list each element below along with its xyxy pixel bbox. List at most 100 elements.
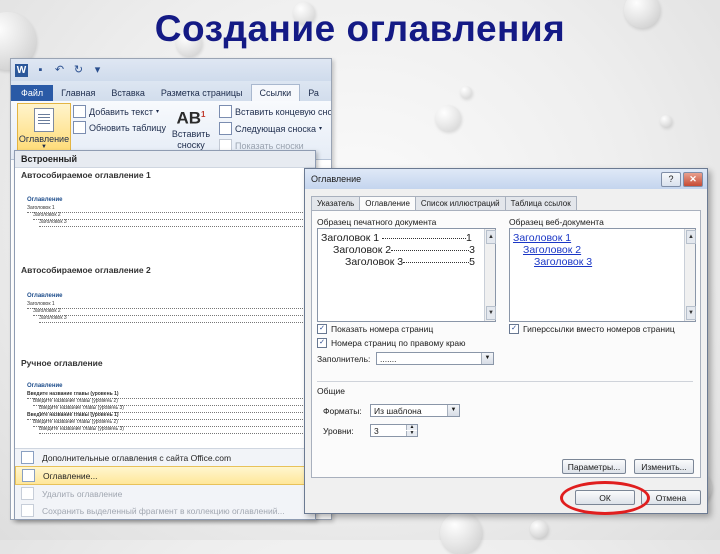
- show-page-numbers-label: Показать номера страниц: [331, 324, 434, 334]
- formats-value: Из шаблона: [374, 406, 422, 416]
- tab-index[interactable]: Указатель: [311, 196, 361, 210]
- options-button[interactable]: Параметры...: [562, 459, 626, 474]
- ribbon-tabs: Файл Главная Вставка Разметка страницы С…: [11, 81, 331, 101]
- water-drop: [440, 512, 482, 554]
- add-text-button[interactable]: Добавить текст ▾: [73, 105, 159, 118]
- gallery-line-text: Введите название главы (уровень 1): [27, 412, 119, 418]
- preview-scrollbar[interactable]: ▲ ▼: [484, 229, 496, 321]
- chevron-down-icon: ▼: [447, 405, 459, 416]
- tab-mailings[interactable]: Ра: [300, 85, 327, 101]
- undo-icon[interactable]: ↶: [53, 64, 66, 77]
- insert-endnote-button[interactable]: Вставить концевую сноск: [219, 105, 332, 118]
- gallery-line-text: Введите название главы (уровень 1): [27, 391, 119, 397]
- tab-toc[interactable]: Оглавление: [359, 196, 416, 211]
- spin-down-icon[interactable]: ▼: [406, 431, 417, 436]
- gallery-item-manual[interactable]: Оглавление Введите название главы (урове…: [15, 369, 315, 435]
- footnote-icon-text: AB: [176, 108, 202, 128]
- general-section-label: Общие: [317, 386, 348, 396]
- levels-label: Уровни:: [323, 426, 354, 436]
- toc-gallery: Встроенный Автособираемое оглавление 1 О…: [14, 150, 316, 520]
- menu-item-remove-toc[interactable]: Удалить оглавление: [15, 485, 315, 502]
- checkbox-box: ✓: [509, 324, 519, 334]
- levels-spinner[interactable]: 3 ▲ ▼: [370, 424, 418, 437]
- web-preview-link-1[interactable]: Заголовок 1: [513, 232, 571, 244]
- menu-item-save-selection[interactable]: Сохранить выделенный фрагмент в коллекци…: [15, 502, 315, 519]
- endnote-icon: [219, 105, 232, 118]
- tab-figures[interactable]: Список иллюстраций: [414, 196, 506, 210]
- menu-item-more-tocs[interactable]: Дополнительные оглавления с сайта Office…: [15, 449, 315, 466]
- hyperlinks-label: Гиперссылки вместо номеров страниц: [523, 324, 675, 334]
- scroll-up-icon[interactable]: ▲: [686, 230, 696, 244]
- customize-qat-icon[interactable]: ▾: [91, 64, 104, 77]
- print-preview: Заголовок 1 1 Заголовок 23 Заголовок 35 …: [317, 228, 496, 322]
- help-button[interactable]: ?: [661, 172, 681, 187]
- tab-leader-select[interactable]: ....... ▼: [376, 352, 494, 365]
- tab-home[interactable]: Главная: [53, 85, 103, 101]
- add-text-label: Добавить текст: [89, 106, 153, 117]
- chevron-down-icon: ▾: [155, 109, 159, 115]
- delete-icon: [21, 487, 34, 500]
- web-preview-label: Образец веб-документа: [509, 217, 604, 227]
- gallery-line-text: Заголовок 1: [27, 205, 55, 211]
- tab-insert[interactable]: Вставка: [103, 85, 152, 101]
- office-icon: [21, 451, 34, 464]
- preview-text: Заголовок 3: [345, 256, 404, 268]
- gallery-item-auto2[interactable]: Оглавление Заголовок 11 Заголовок 21 Заг…: [15, 277, 315, 325]
- formats-select[interactable]: Из шаблона ▼: [370, 404, 460, 417]
- chevron-down-icon: ▼: [481, 353, 493, 364]
- update-table-button[interactable]: Обновить таблицу: [73, 121, 166, 134]
- show-notes-label: Показать сноски: [235, 140, 304, 151]
- checkbox-box: ✓: [317, 324, 327, 334]
- web-preview: Заголовок 1 Заголовок 2 Заголовок 3 ▲ ▼: [509, 228, 696, 322]
- menu-item-label: Удалить оглавление: [42, 488, 123, 499]
- scroll-up-icon[interactable]: ▲: [486, 230, 496, 244]
- tab-leader-value: .......: [380, 354, 397, 364]
- scroll-down-icon[interactable]: ▼: [486, 306, 496, 320]
- right-align-checkbox[interactable]: ✓ Номера страниц по правому краю: [317, 338, 466, 348]
- dialog-titlebar: Оглавление ? ✕: [305, 169, 707, 189]
- show-page-numbers-checkbox[interactable]: ✓ Показать номера страниц: [317, 324, 433, 334]
- footnote-icon: AB1: [171, 105, 211, 129]
- gallery-line-text: Заголовок 2: [33, 212, 61, 218]
- chevron-down-icon: ▾: [318, 126, 322, 132]
- levels-value: 3: [374, 426, 379, 436]
- menu-item-label: Сохранить выделенный фрагмент в коллекци…: [42, 505, 285, 516]
- web-preview-link-2[interactable]: Заголовок 2: [523, 244, 581, 256]
- web-preview-link-3[interactable]: Заголовок 3: [534, 256, 592, 268]
- insert-endnote-label: Вставить концевую сноск: [235, 106, 332, 117]
- footnote-icon-sup: 1: [201, 110, 206, 119]
- gallery-heading: Оглавление: [27, 293, 63, 299]
- gallery-menu: Дополнительные оглавления с сайта Office…: [15, 448, 315, 519]
- gallery-line-text: Введите название главы (уровень 2): [33, 419, 118, 425]
- save-selection-icon: [21, 504, 34, 517]
- modify-button[interactable]: Изменить...: [634, 459, 694, 474]
- menu-item-custom-toc[interactable]: Оглавление...: [15, 466, 315, 485]
- gallery-line-text: Заголовок 2: [33, 308, 61, 314]
- preview-text: Заголовок 1: [321, 232, 380, 244]
- toc-icon: [22, 469, 35, 482]
- preview-text: Заголовок 2: [333, 244, 392, 256]
- water-drop: [460, 86, 472, 98]
- gallery-manual-title: Ручное оглавление: [21, 358, 103, 368]
- hyperlinks-checkbox[interactable]: ✓ Гиперссылки вместо номеров страниц: [509, 324, 675, 334]
- cancel-button[interactable]: Отмена: [641, 490, 701, 505]
- gallery-line-text: Заголовок 3: [39, 315, 67, 321]
- tab-page-layout[interactable]: Разметка страницы: [153, 85, 251, 101]
- redo-icon[interactable]: ↻: [72, 64, 85, 77]
- scroll-down-icon[interactable]: ▼: [686, 306, 696, 320]
- next-footnote-button[interactable]: Следующая сноска ▾: [219, 122, 322, 135]
- close-button[interactable]: ✕: [683, 172, 703, 187]
- tab-file[interactable]: Файл: [11, 85, 54, 101]
- insert-footnote-button[interactable]: AB1 Вставить сноску: [171, 105, 211, 151]
- dialog-body: Образец печатного документа Заголовок 1 …: [311, 210, 701, 478]
- update-table-label: Обновить таблицу: [89, 122, 166, 133]
- tab-references[interactable]: Ссылки: [250, 84, 301, 101]
- checkbox-box: ✓: [317, 338, 327, 348]
- preview-scrollbar[interactable]: ▲ ▼: [684, 229, 696, 321]
- save-icon[interactable]: ▪: [34, 64, 47, 77]
- gallery-item-auto1[interactable]: Оглавление Заголовок 11 Заголовок 21 Заг…: [15, 181, 315, 229]
- preview-page: 3: [469, 244, 475, 256]
- tab-authorities[interactable]: Таблица ссылок: [504, 196, 577, 210]
- gallery-auto2-title: Автособираемое оглавление 2: [21, 265, 151, 275]
- insert-footnote-label-2: сноску: [177, 139, 205, 150]
